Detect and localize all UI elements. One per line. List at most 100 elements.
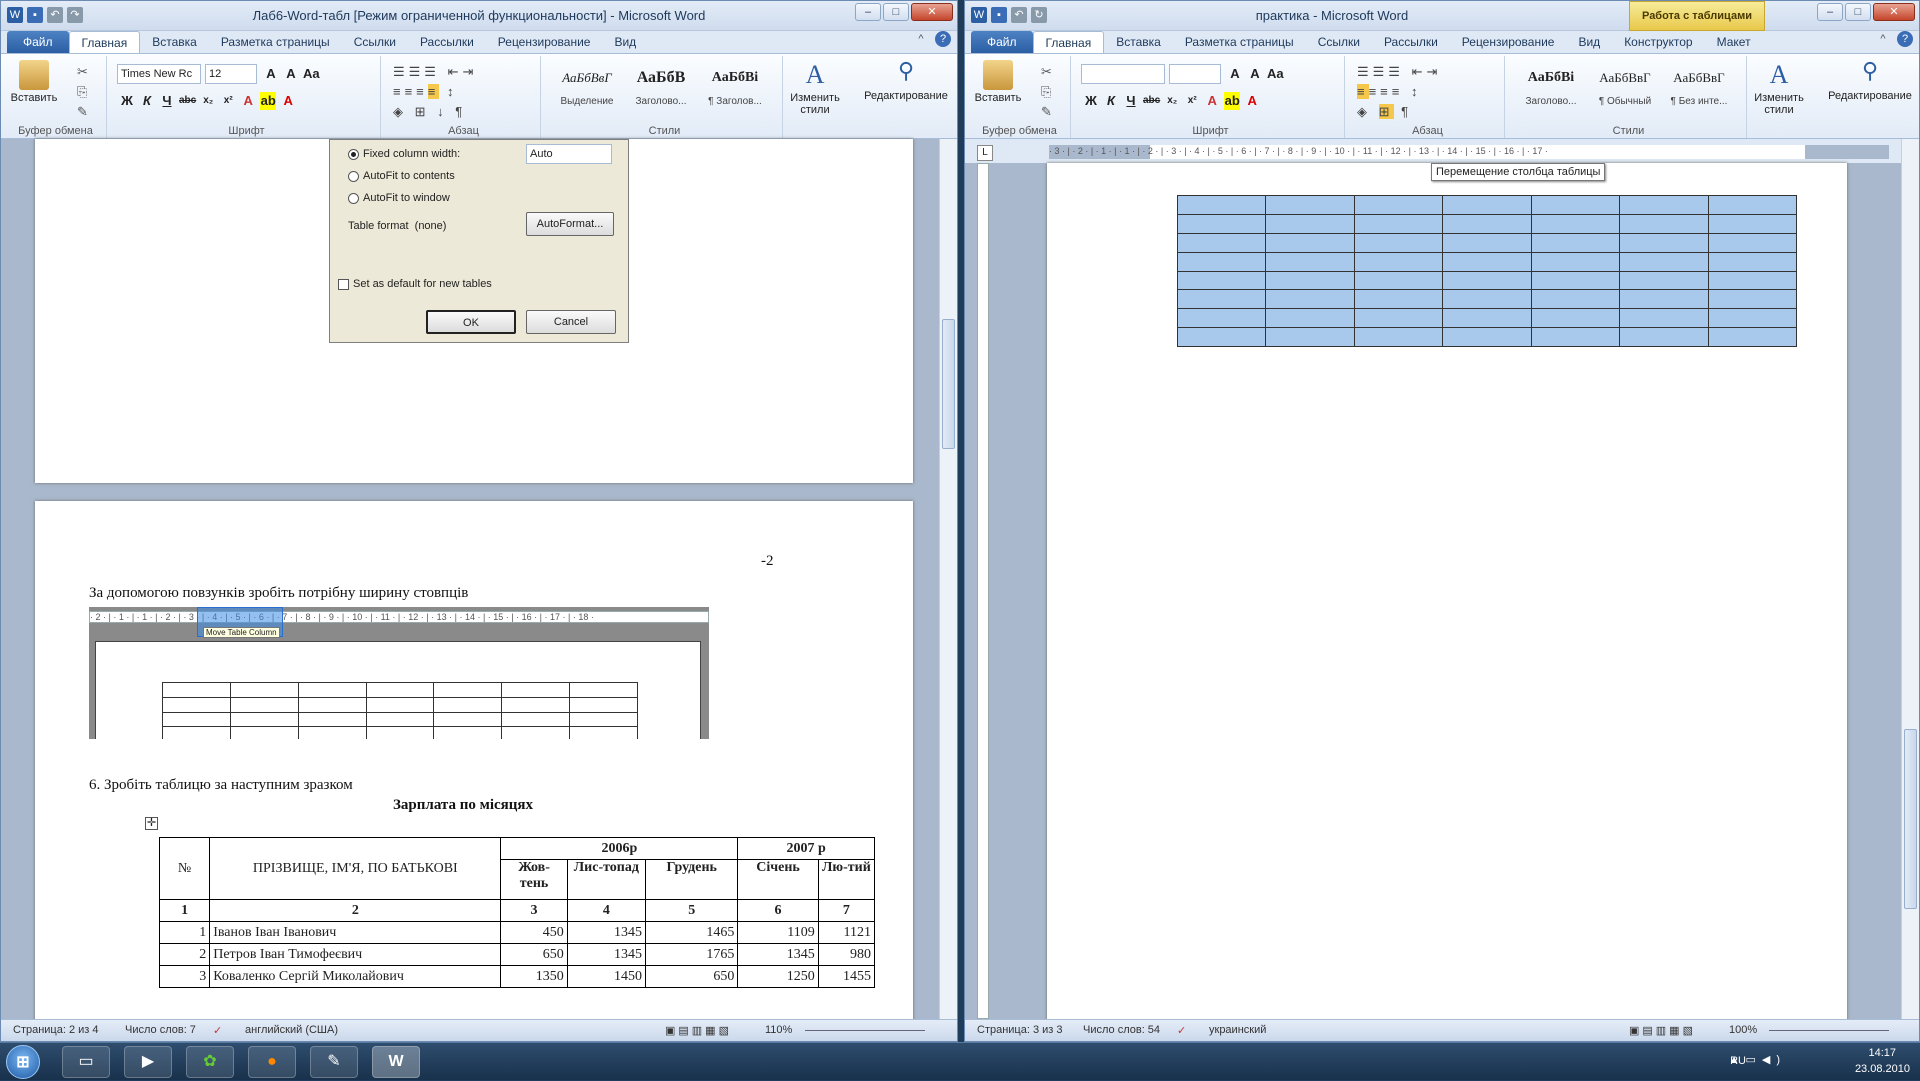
status-language[interactable]: английский (США) <box>245 1024 338 1036</box>
text-effects-icon[interactable]: A <box>240 92 256 110</box>
style-heading2[interactable]: АаБбВі¶ Заголов... <box>699 60 771 120</box>
style-heading[interactable]: АаБбВЗаголово... <box>625 60 697 120</box>
minimize-button[interactable]: – <box>1817 3 1843 21</box>
subscript-icon[interactable]: x₂ <box>200 92 216 110</box>
tray-icons[interactable]: ▲▭◀) <box>1729 1053 1786 1066</box>
tab-references[interactable]: Ссылки <box>1306 31 1372 53</box>
font-grow-shrink[interactable]: AAAa <box>263 65 320 83</box>
style-no-spacing[interactable]: АаБбВвГ¶ Без инте... <box>1663 60 1735 120</box>
bold-icon[interactable]: Ж <box>119 92 135 110</box>
tab-design[interactable]: Конструктор <box>1612 31 1704 53</box>
autofit-window-option[interactable]: AutoFit to window <box>348 192 450 204</box>
tab-home[interactable]: Главная <box>1033 31 1105 53</box>
tab-file[interactable]: Файл <box>7 31 69 53</box>
tab-stop-selector-icon[interactable]: L <box>977 145 993 161</box>
firefox-icon[interactable]: ● <box>248 1046 296 1078</box>
tab-insert[interactable]: Вставка <box>1104 31 1173 53</box>
status-page[interactable]: Страница: 3 из 3 <box>977 1024 1063 1036</box>
underline-icon[interactable]: Ч <box>159 92 175 110</box>
strike-icon[interactable]: abc <box>179 92 196 110</box>
help-icon[interactable]: ? <box>1897 31 1913 47</box>
close-button[interactable]: ✕ <box>911 3 953 21</box>
scroll-thumb[interactable] <box>942 319 955 449</box>
spelling-icon[interactable]: ✓ <box>213 1024 222 1037</box>
autoformat-button[interactable]: AutoFormat... <box>526 212 614 236</box>
start-button[interactable]: ⊞ <box>6 1045 40 1079</box>
date[interactable]: 23.08.2010 <box>1855 1063 1910 1075</box>
clipboard-small-icons[interactable]: ✂⎘✎ <box>1041 62 1052 122</box>
zoom-level[interactable]: 110% <box>765 1024 792 1036</box>
font-format-buttons[interactable]: Ж К Ч abc x₂ x² A ab A <box>1083 92 1260 110</box>
view-buttons[interactable]: ▣▤▥▦▧ <box>1629 1024 1696 1037</box>
style-heading[interactable]: АаБбВіЗаголово... <box>1515 60 1587 120</box>
style-emphasis[interactable]: АаБбВвГВыделение <box>551 60 623 120</box>
editing-button[interactable]: ⚲ Редактирование <box>861 58 951 102</box>
highlight-icon[interactable]: ab <box>260 92 276 110</box>
fixed-width-input[interactable]: Auto <box>526 144 612 164</box>
tab-review[interactable]: Рецензирование <box>1450 31 1567 53</box>
minimize-button[interactable]: – <box>855 3 881 21</box>
vertical-ruler[interactable] <box>977 163 989 1019</box>
tab-page-layout[interactable]: Разметка страницы <box>209 31 342 53</box>
tab-file[interactable]: Файл <box>971 31 1033 53</box>
tab-view[interactable]: Вид <box>602 31 648 53</box>
table-move-handle-icon[interactable]: ✛ <box>145 817 158 830</box>
media-player-icon[interactable]: ▶ <box>124 1046 172 1078</box>
style-normal[interactable]: АаБбВвГ¶ Обычный <box>1589 60 1661 120</box>
scroll-thumb[interactable] <box>1904 729 1917 909</box>
status-language[interactable]: украинский <box>1209 1024 1266 1036</box>
zoom-level[interactable]: 100% <box>1729 1024 1757 1036</box>
view-buttons[interactable]: ▣▤▥▦▧ <box>665 1024 732 1037</box>
zoom-slider[interactable] <box>1769 1030 1889 1031</box>
tab-references[interactable]: Ссылки <box>342 31 408 53</box>
help-icon[interactable]: ? <box>935 31 951 47</box>
maximize-button[interactable]: □ <box>883 3 909 21</box>
bold-icon[interactable]: Ж <box>1083 92 1099 110</box>
clock[interactable]: 14:17 <box>1868 1047 1896 1059</box>
word-taskbar-icon[interactable]: W <box>372 1046 420 1078</box>
vertical-scrollbar[interactable] <box>939 139 957 1019</box>
close-button[interactable]: ✕ <box>1873 3 1915 21</box>
underline-icon[interactable]: Ч <box>1123 92 1139 110</box>
italic-icon[interactable]: К <box>139 92 155 110</box>
font-size-box[interactable] <box>1169 64 1221 84</box>
strike-icon[interactable]: abc <box>1143 92 1160 110</box>
tab-layout[interactable]: Макет <box>1705 31 1763 53</box>
change-styles-button[interactable]: A Изменить стили <box>783 60 847 116</box>
horizontal-ruler[interactable]: · 3 · | · 2 · | · 1 · | · 1 · | · 2 · | … <box>1049 145 1889 159</box>
minimize-ribbon-icon[interactable]: ^ <box>1875 31 1891 47</box>
tab-mailings[interactable]: Рассылки <box>1372 31 1450 53</box>
fixed-width-option[interactable]: Fixed column width: <box>348 148 460 160</box>
tab-home[interactable]: Главная <box>69 31 141 53</box>
change-styles-button[interactable]: A Изменить стили <box>1747 60 1811 116</box>
selected-table[interactable] <box>1177 195 1797 347</box>
tab-review[interactable]: Рецензирование <box>486 31 603 53</box>
explorer-icon[interactable]: ▭ <box>62 1046 110 1078</box>
font-grow-shrink[interactable]: AAAa <box>1227 65 1284 83</box>
font-name-box[interactable]: Times New Rc <box>117 64 201 84</box>
status-page[interactable]: Страница: 2 из 4 <box>13 1024 99 1036</box>
paste-button[interactable]: Вставить <box>973 60 1023 104</box>
superscript-icon[interactable]: x² <box>220 92 236 110</box>
autofit-contents-option[interactable]: AutoFit to contents <box>348 170 455 182</box>
text-effects-icon[interactable]: A <box>1204 92 1220 110</box>
icq-icon[interactable]: ✿ <box>186 1046 234 1078</box>
highlight-icon[interactable]: ab <box>1224 92 1240 110</box>
font-color-icon[interactable]: A <box>1244 92 1260 110</box>
font-size-box[interactable]: 12 <box>205 64 257 84</box>
font-format-buttons[interactable]: Ж К Ч abc x₂ x² A ab A <box>119 92 296 110</box>
tab-mailings[interactable]: Рассылки <box>408 31 486 53</box>
spelling-icon[interactable]: ✓ <box>1177 1024 1186 1037</box>
cancel-button[interactable]: Cancel <box>526 310 616 334</box>
font-color-icon[interactable]: A <box>280 92 296 110</box>
paragraph-icons[interactable]: ☰☰☰ ⇤⇥≡≡≡≡ ↕◈ ⊞ ↓ ¶ <box>393 62 477 122</box>
default-checkbox[interactable]: Set as default for new tables <box>338 278 492 290</box>
paragraph-icons[interactable]: ☰☰☰ ⇤⇥≡≡≡≡ ↕◈ ⊞ ¶ <box>1357 62 1441 122</box>
maximize-button[interactable]: □ <box>1845 3 1871 21</box>
tab-view[interactable]: Вид <box>1566 31 1612 53</box>
paste-button[interactable]: Вставить <box>9 60 59 104</box>
paint-icon[interactable]: ✎ <box>310 1046 358 1078</box>
superscript-icon[interactable]: x² <box>1184 92 1200 110</box>
italic-icon[interactable]: К <box>1103 92 1119 110</box>
font-name-box[interactable] <box>1081 64 1165 84</box>
